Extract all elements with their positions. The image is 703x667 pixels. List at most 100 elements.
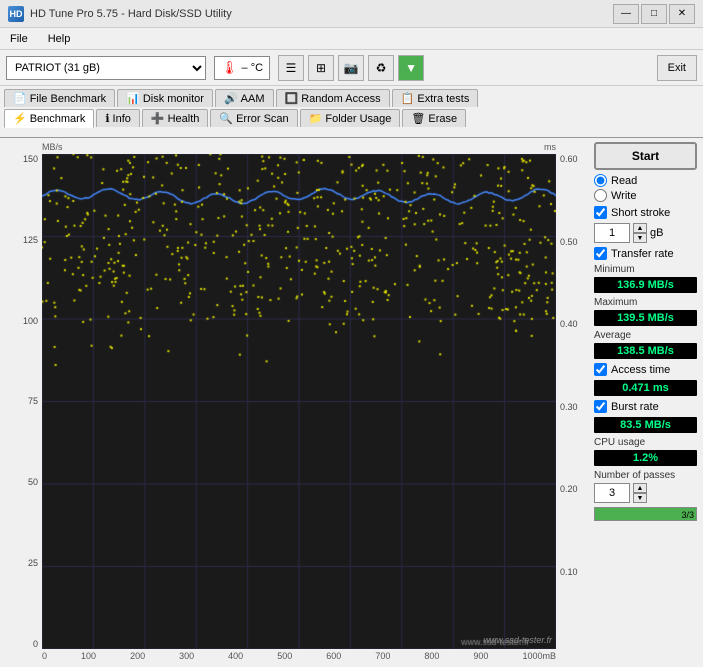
- toolbar-btn-4[interactable]: ♻: [368, 55, 394, 81]
- short-stroke-checkbox[interactable]: Short stroke: [594, 206, 697, 219]
- tab-aam[interactable]: 🔊 AAM: [215, 89, 274, 107]
- transfer-rate-label: Transfer rate: [611, 248, 674, 260]
- passes-group: Number of passes ▲ ▼: [594, 470, 697, 503]
- cpu-usage-value: 1.2%: [594, 450, 697, 466]
- tab-extra-tests[interactable]: 📋 Extra tests: [392, 89, 479, 107]
- spin-down[interactable]: ▼: [633, 233, 647, 243]
- tab-error-scan[interactable]: 🔍 Error Scan: [210, 109, 297, 127]
- passes-progress-bar: 3/3: [594, 507, 697, 521]
- access-time-value: 0.471 ms: [594, 380, 697, 396]
- menu-help[interactable]: Help: [42, 31, 77, 47]
- burst-rate-label: Burst rate: [611, 401, 659, 413]
- tab-disk-monitor[interactable]: 📊 Disk monitor: [117, 89, 213, 107]
- error-scan-icon: 🔍: [219, 112, 233, 125]
- short-stroke-value-input[interactable]: [594, 223, 630, 243]
- short-stroke-input[interactable]: [594, 206, 607, 219]
- short-stroke-spinner: ▲ ▼ gB: [594, 223, 697, 243]
- passes-spinner: ▲ ▼: [594, 483, 697, 503]
- average-stat-group: Average 138.5 MB/s: [594, 330, 697, 359]
- temperature-display: 🌡 – °C: [214, 56, 270, 80]
- maximum-label: Maximum: [594, 297, 697, 308]
- burst-rate-value: 83.5 MB/s: [594, 417, 697, 433]
- disk-monitor-icon: 📊: [126, 92, 140, 105]
- access-time-input[interactable]: [594, 363, 607, 376]
- passes-label: Number of passes: [594, 470, 697, 481]
- read-radio[interactable]: Read: [594, 174, 697, 187]
- tab-disk-monitor-label: Disk monitor: [143, 93, 204, 105]
- tab-folder-usage-label: Folder Usage: [325, 113, 391, 125]
- x-axis: 0 100 200 300 400 500 600 700 800 900 10…: [42, 649, 556, 663]
- benchmark-chart: [42, 154, 556, 649]
- write-label: Write: [611, 190, 636, 202]
- access-time-checkbox[interactable]: Access time: [594, 363, 697, 376]
- short-stroke-unit: gB: [650, 227, 663, 239]
- window-controls: — □ ✕: [613, 4, 695, 24]
- menu-file[interactable]: File: [4, 31, 34, 47]
- cpu-usage-group: CPU usage 1.2%: [594, 437, 697, 466]
- passes-spin-down[interactable]: ▼: [633, 493, 647, 503]
- info-icon: ℹ: [105, 112, 109, 125]
- window-title: HD Tune Pro 5.75 - Hard Disk/SSD Utility: [30, 8, 232, 20]
- read-label: Read: [611, 175, 637, 187]
- tab-benchmark[interactable]: ⚡ Benchmark: [4, 109, 94, 128]
- health-icon: ➕: [151, 112, 165, 125]
- write-radio-input[interactable]: [594, 189, 607, 202]
- x-unit-label: 1000mB: [522, 651, 556, 663]
- write-radio[interactable]: Write: [594, 189, 697, 202]
- tab-folder-usage[interactable]: 📁 Folder Usage: [300, 109, 401, 127]
- start-button[interactable]: Start: [594, 142, 697, 170]
- exit-button[interactable]: Exit: [657, 55, 697, 81]
- burst-rate-input[interactable]: [594, 400, 607, 413]
- burst-rate-checkbox[interactable]: Burst rate: [594, 400, 697, 413]
- toolbar-btn-2[interactable]: ⊞: [308, 55, 334, 81]
- title-bar: HD HD Tune Pro 5.75 - Hard Disk/SSD Util…: [0, 0, 703, 28]
- tab-erase[interactable]: 🗑 Erase: [402, 109, 466, 127]
- cpu-usage-label: CPU usage: [594, 437, 697, 448]
- extra-tests-icon: 📋: [401, 92, 415, 105]
- short-stroke-label: Short stroke: [611, 207, 670, 219]
- maximize-button[interactable]: □: [641, 4, 667, 24]
- tab-aam-label: AAM: [241, 93, 265, 105]
- y-unit-right: ms: [544, 142, 556, 154]
- temperature-value: – °C: [242, 62, 264, 74]
- folder-usage-icon: 📁: [309, 112, 323, 125]
- toolbar-btn-3[interactable]: 📷: [338, 55, 364, 81]
- tab-health-label: Health: [168, 113, 200, 125]
- spin-up[interactable]: ▲: [633, 223, 647, 233]
- passes-spin-up[interactable]: ▲: [633, 483, 647, 493]
- tab-file-benchmark[interactable]: 📄 File Benchmark: [4, 89, 115, 107]
- benchmark-icon: ⚡: [13, 112, 27, 125]
- tab-error-scan-label: Error Scan: [236, 113, 289, 125]
- drive-selector[interactable]: PATRIOT (31 gB): [6, 56, 206, 80]
- maximum-stat-group: Maximum 139.5 MB/s: [594, 297, 697, 326]
- tab-health[interactable]: ➕ Health: [142, 109, 209, 127]
- tab-extra-tests-label: Extra tests: [417, 93, 469, 105]
- thermometer-icon: 🌡: [221, 60, 238, 76]
- maximum-value: 139.5 MB/s: [594, 310, 697, 326]
- tab-random-access[interactable]: 🔲 Random Access: [276, 89, 390, 107]
- toolbar-btn-5[interactable]: ▼: [398, 55, 424, 81]
- right-panel: Start Read Write Short stroke ▲ ▼ gB: [588, 138, 703, 667]
- y-unit-left: MB/s: [42, 142, 63, 154]
- minimize-button[interactable]: —: [613, 4, 639, 24]
- average-label: Average: [594, 330, 697, 341]
- toolbar-btn-1[interactable]: ☰: [278, 55, 304, 81]
- menu-bar: File Help: [0, 28, 703, 50]
- tabs-row-1: 📄 File Benchmark 📊 Disk monitor 🔊 AAM 🔲 …: [4, 89, 699, 107]
- transfer-rate-input[interactable]: [594, 247, 607, 260]
- tab-random-access-label: Random Access: [301, 93, 380, 105]
- short-stroke-spinner-btns: ▲ ▼: [633, 223, 647, 243]
- tabs-row-2: ⚡ Benchmark ℹ Info ➕ Health 🔍 Error Scan…: [4, 109, 699, 127]
- read-radio-input[interactable]: [594, 174, 607, 187]
- tab-info[interactable]: ℹ Info: [96, 109, 140, 127]
- minimum-value: 136.9 MB/s: [594, 277, 697, 293]
- watermark: www.ssd-tester.fr: [483, 635, 552, 645]
- transfer-rate-checkbox[interactable]: Transfer rate: [594, 247, 697, 260]
- minimum-label: Minimum: [594, 264, 697, 275]
- close-button[interactable]: ✕: [669, 4, 695, 24]
- tab-erase-label: Erase: [428, 113, 457, 125]
- tab-benchmark-label: Benchmark: [30, 113, 86, 125]
- title-bar-left: HD HD Tune Pro 5.75 - Hard Disk/SSD Util…: [8, 6, 232, 22]
- passes-value-input[interactable]: [594, 483, 630, 503]
- chart-outer: MB/s ms 150 125 100 75 50 25 0 www.ssd-t…: [0, 138, 588, 667]
